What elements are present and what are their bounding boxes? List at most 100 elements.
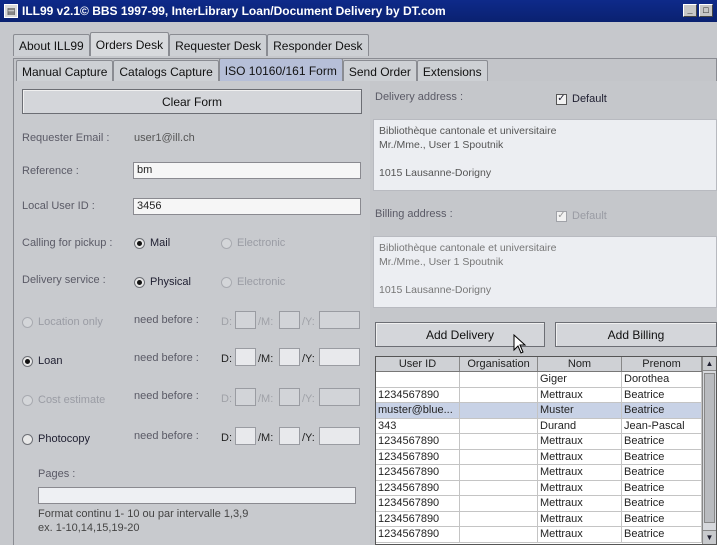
delivery-default-checkbox[interactable]: ✓ Default	[556, 93, 607, 105]
scroll-down-icon[interactable]: ▼	[703, 530, 716, 544]
check-icon: ✓	[556, 93, 567, 105]
need-before-label: need before :	[134, 430, 199, 442]
tab-send-order[interactable]: Send Order	[342, 60, 417, 82]
date-day-field[interactable]	[235, 348, 256, 366]
tab-requester-desk[interactable]: Requester Desk	[169, 34, 268, 56]
table-row[interactable]: 1234567890 Mettraux Beatrice	[376, 480, 716, 496]
date-year-field[interactable]	[319, 311, 360, 329]
pages-field[interactable]	[38, 487, 356, 504]
table-row[interactable]: 1234567890 Mettraux Beatrice	[376, 434, 716, 450]
table-cell	[460, 434, 538, 449]
table-cell	[460, 418, 538, 433]
add-billing-button[interactable]: Add Billing	[555, 322, 717, 347]
table-cell	[460, 480, 538, 495]
date-year-label: /Y:	[302, 353, 315, 365]
table-cell: Durand	[538, 418, 622, 433]
date-year-label: /Y:	[302, 432, 315, 444]
table-scrollbar[interactable]: ▲ ▼	[702, 357, 716, 544]
date-month-field[interactable]	[279, 311, 300, 329]
date-day-field[interactable]	[235, 311, 256, 329]
table-row[interactable]: muster@blue... Muster Beatrice	[376, 403, 716, 419]
table-row[interactable]: 1234567890 Mettraux Beatrice	[376, 449, 716, 465]
radio-dot	[22, 433, 33, 445]
table-cell	[460, 403, 538, 418]
tab-catalogs-capture[interactable]: Catalogs Capture	[113, 60, 219, 82]
billing-address-line: 1015 Lausanne-Dorigny	[379, 284, 492, 296]
table-cell	[460, 387, 538, 402]
table-row[interactable]: 343 Durand Jean-Pascal	[376, 418, 716, 434]
tab-extensions[interactable]: Extensions	[416, 60, 488, 82]
user-address-table[interactable]: User ID Organisation Nom Prenom Giger Dor…	[375, 356, 717, 545]
delivery-address-label: Delivery address :	[375, 91, 464, 103]
date-year-field[interactable]	[319, 427, 360, 445]
calling-mail-radio[interactable]: Mail	[134, 237, 170, 249]
delivery-address-box[interactable]: Bibliothèque cantonale et universitaire …	[373, 119, 717, 191]
tab-manual-capture[interactable]: Manual Capture	[16, 60, 114, 82]
scroll-thumb[interactable]	[704, 373, 715, 523]
billing-default-checkbox[interactable]: ✓ Default	[556, 210, 607, 222]
table-row[interactable]: 1234567890 Mettraux Beatrice	[376, 496, 716, 512]
table-cell: Mettraux	[538, 480, 622, 495]
reference-field[interactable]: bm	[133, 162, 361, 179]
date-year-label: /Y:	[302, 393, 315, 405]
delivery-electronic-label: Electronic	[237, 276, 286, 288]
column-header-organisation[interactable]: Organisation	[460, 357, 538, 371]
date-month-field[interactable]	[279, 388, 300, 406]
column-header-prenom[interactable]: Prenom	[622, 357, 702, 371]
table-cell	[460, 511, 538, 526]
scroll-up-icon[interactable]: ▲	[703, 357, 716, 371]
table-body: Giger Dorothea 1234567890 Mettraux Beatrice m…	[376, 372, 716, 543]
reference-label: Reference :	[22, 165, 79, 177]
radio-dot	[22, 355, 33, 367]
delivery-service-label: Delivery service :	[22, 274, 106, 286]
table-cell: 1234567890	[376, 527, 460, 542]
need-before-label: need before :	[134, 314, 199, 326]
table-cell: Beatrice	[622, 511, 702, 526]
window-title: ILL99 v2.1© BBS 1997-99, InterLibrary Lo…	[22, 4, 446, 18]
date-month-field[interactable]	[279, 348, 300, 366]
table-row[interactable]: 1234567890 Mettraux Beatrice	[376, 465, 716, 481]
table-cell: Mettraux	[538, 449, 622, 464]
service-location-only-radio[interactable]: Location only	[22, 316, 103, 328]
table-row[interactable]: Giger Dorothea	[376, 372, 716, 388]
date-day-field[interactable]	[235, 388, 256, 406]
column-header-nom[interactable]: Nom	[538, 357, 622, 371]
table-row[interactable]: 1234567890 Mettraux Beatrice	[376, 387, 716, 403]
column-header-user-id[interactable]: User ID	[376, 357, 460, 371]
table-cell: muster@blue...	[376, 403, 460, 418]
delivery-address-line	[379, 152, 711, 166]
minimize-icon[interactable]: _	[683, 4, 697, 17]
app-icon[interactable]: ▤	[4, 4, 18, 18]
date-day-label: D:	[221, 316, 232, 328]
table-header: User ID Organisation Nom Prenom	[376, 357, 716, 372]
table-row[interactable]: 1234567890 Mettraux Beatrice	[376, 527, 716, 543]
table-cell: Mettraux	[538, 434, 622, 449]
need-before-label: need before :	[134, 352, 199, 364]
date-year-field[interactable]	[319, 348, 360, 366]
date-year-field[interactable]	[319, 388, 360, 406]
tab-orders-desk[interactable]: Orders Desk	[89, 32, 170, 56]
service-photocopy-radio[interactable]: Photocopy	[22, 433, 90, 445]
date-month-field[interactable]	[279, 427, 300, 445]
tab-iso-form[interactable]: ISO 10160/161 Form	[218, 58, 343, 82]
date-month-label: /M:	[258, 353, 274, 365]
table-cell: Beatrice	[622, 480, 702, 495]
delivery-electronic-radio[interactable]: Electronic	[221, 276, 285, 288]
date-day-field[interactable]	[235, 427, 256, 445]
calling-pickup-label: Calling for pickup :	[22, 237, 113, 249]
table-row[interactable]: 1234567890 Mettraux Beatrice	[376, 511, 716, 527]
delivery-physical-radio[interactable]: Physical	[134, 276, 191, 288]
date-day-label: D:	[221, 432, 232, 444]
maximize-icon[interactable]: □	[699, 4, 713, 17]
table-cell: Beatrice	[622, 449, 702, 464]
tab-about[interactable]: About ILL99	[13, 34, 90, 56]
requester-email-value: user1@ill.ch	[134, 132, 195, 144]
local-user-id-field[interactable]: 3456	[133, 198, 361, 215]
billing-address-box[interactable]: Bibliothèque cantonale et universitaire …	[373, 236, 717, 308]
clear-form-button[interactable]: Clear Form	[22, 89, 362, 114]
tab-responder-desk[interactable]: Responder Desk	[267, 34, 369, 56]
table-cell	[460, 449, 538, 464]
service-loan-radio[interactable]: Loan	[22, 355, 62, 367]
service-cost-estimate-radio[interactable]: Cost estimate	[22, 394, 105, 406]
calling-electronic-radio[interactable]: Electronic	[221, 237, 285, 249]
